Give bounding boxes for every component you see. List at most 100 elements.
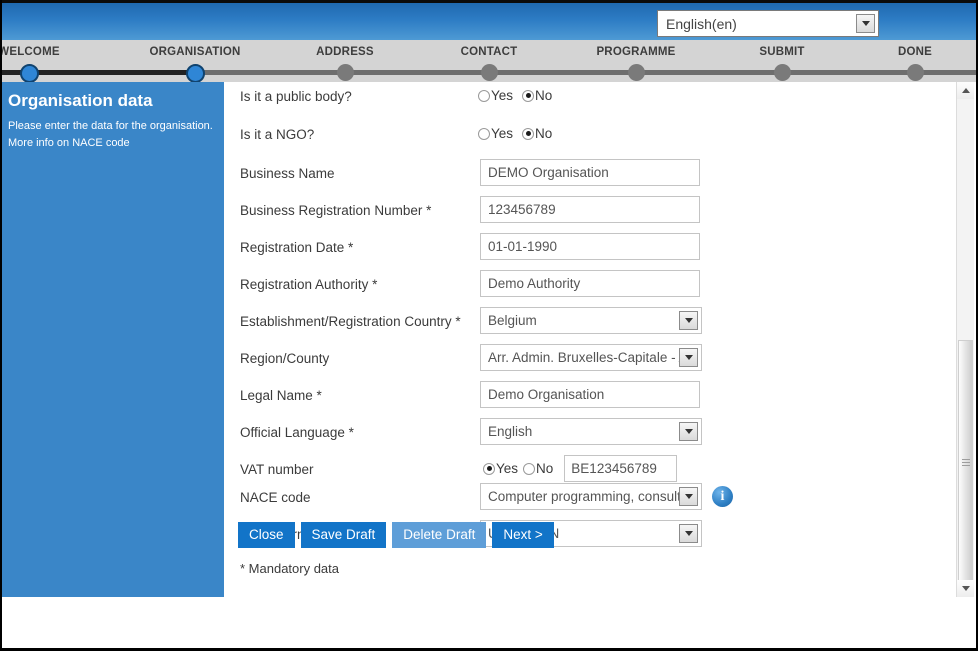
public-body-yes-radio[interactable] [478, 89, 490, 102]
mandatory-data-note: * Mandatory data [240, 561, 340, 576]
sidebar-panel: Organisation data Please enter the data … [2, 82, 224, 597]
ngo-yes-label: Yes [491, 126, 514, 141]
vat-no-label: No [536, 461, 554, 476]
next-button[interactable]: Next > [492, 522, 554, 548]
save-draft-button[interactable]: Save Draft [300, 522, 387, 548]
form-row-official-language: Official Language * English [238, 418, 918, 455]
chevron-down-icon[interactable] [679, 487, 698, 506]
form-row-vat-number: VAT number Yes No BE123456789 [238, 455, 918, 483]
wizard-step-label: WELCOME [0, 46, 60, 58]
wizard-step-done[interactable]: DONE [835, 40, 976, 81]
arrow-down-icon[interactable] [957, 580, 974, 597]
close-button[interactable]: Close [238, 522, 295, 548]
chevron-down-icon[interactable] [679, 524, 698, 543]
ngo-no-label: No [535, 126, 553, 141]
page-content: Organisation data Please enter the data … [2, 82, 976, 648]
page-header: English(en) [2, 0, 976, 40]
nace-code-select-value: Computer programming, consultancy [488, 489, 679, 504]
ngo-radio-group: Yes No [478, 120, 561, 147]
scrollbar-thumb[interactable] [958, 340, 973, 588]
form-row-mandatory-note: * Mandatory data [238, 557, 918, 594]
form-row-business-registration-number: Business Registration Number * 123456789 [238, 196, 918, 233]
region-label: Region/County [240, 351, 330, 366]
nace-code-label: NACE code [240, 490, 311, 505]
wizard-step-contact[interactable]: CONTACT [409, 40, 569, 81]
business-registration-number-input[interactable]: 123456789 [480, 196, 700, 223]
wizard-step-dot[interactable] [19, 64, 39, 83]
vat-no-radio[interactable] [523, 462, 536, 475]
scrollbar-grip [962, 459, 970, 466]
vat-number-label: VAT number [240, 462, 314, 477]
registration-authority-input[interactable]: Demo Authority [480, 270, 700, 297]
ngo-no-radio[interactable] [522, 127, 535, 140]
registration-date-label: Registration Date * [240, 240, 354, 255]
wizard-step-label: ORGANISATION [149, 46, 241, 58]
official-language-select-value: English [488, 424, 533, 439]
chevron-down-icon[interactable] [679, 348, 698, 367]
public-body-yes-label: Yes [491, 88, 514, 103]
ngo-label: Is it a NGO? [240, 127, 315, 142]
wizard-step-dot[interactable] [336, 64, 354, 81]
wizard-step-label: PROGRAMME [596, 46, 676, 58]
nace-code-select[interactable]: Computer programming, consultancy [480, 483, 702, 510]
public-body-no-radio[interactable] [522, 89, 535, 102]
chevron-down-icon[interactable] [679, 422, 698, 441]
language-select[interactable]: English(en) [657, 10, 879, 37]
form-actions: Close Save Draft Delete Draft Next > [238, 522, 554, 548]
wizard-step-label: DONE [897, 46, 933, 58]
wizard-step-dot[interactable] [773, 64, 791, 81]
wizard-step-dot[interactable] [627, 64, 645, 81]
official-language-select[interactable]: English [480, 418, 702, 445]
official-language-label: Official Language * [240, 425, 354, 440]
vertical-scrollbar[interactable] [956, 82, 974, 597]
public-body-no-label: No [535, 88, 553, 103]
vat-number-input[interactable]: BE123456789 [564, 455, 678, 482]
wizard-step-dot[interactable] [185, 64, 205, 83]
country-select[interactable]: Belgium [480, 307, 702, 334]
page-title: Organisation data [8, 91, 153, 110]
form-row-legal-name: Legal Name * Demo Organisation [238, 381, 918, 418]
wizard-step-organisation[interactable]: ORGANISATION [115, 40, 275, 83]
registration-date-input[interactable]: 01-01-1990 [480, 233, 700, 260]
form-row-ngo: Is it a NGO? Yes No [238, 120, 918, 159]
arrow-up-icon[interactable] [957, 82, 974, 99]
organisation-form: Is it a public body? Yes No Is it a NGO?… [238, 82, 918, 594]
registration-authority-label: Registration Authority * [240, 277, 378, 292]
ngo-yes-radio[interactable] [478, 127, 490, 140]
public-body-label: Is it a public body? [240, 89, 352, 104]
wizard-step-dot[interactable] [906, 64, 924, 81]
application-window: English(en) WELCOME ORGANISATION ADDRESS… [0, 0, 978, 651]
country-label: Establishment/Registration Country * [240, 314, 461, 329]
form-row-nace-code: NACE code Computer programming, consulta… [238, 483, 918, 520]
sidebar-description: Please enter the data for the organisati… [8, 120, 213, 132]
legal-name-input[interactable]: Demo Organisation [480, 381, 700, 408]
business-name-label: Business Name [240, 166, 335, 181]
chevron-down-icon[interactable] [856, 14, 875, 33]
vat-yes-radio[interactable] [483, 462, 495, 475]
wizard-step-label: ADDRESS [316, 46, 374, 58]
chevron-down-icon[interactable] [679, 311, 698, 330]
delete-draft-button[interactable]: Delete Draft [392, 522, 487, 548]
region-select-value: Arr. Admin. Bruxelles-Capitale - A [488, 350, 679, 365]
wizard-step-address[interactable]: ADDRESS [265, 40, 425, 81]
wizard-progress: WELCOME ORGANISATION ADDRESS CONTACT PRO… [0, 40, 976, 83]
business-name-input[interactable]: DEMO Organisation [480, 159, 700, 186]
wizard-step-dot[interactable] [480, 64, 498, 81]
country-select-value: Belgium [488, 313, 537, 328]
wizard-step-welcome[interactable]: WELCOME [0, 40, 109, 83]
legal-name-label: Legal Name * [240, 388, 322, 403]
info-icon[interactable]: i [712, 486, 733, 507]
nace-code-info-link[interactable]: More info on NACE code [8, 135, 214, 152]
form-row-registration-date: Registration Date * 01-01-1990 [238, 233, 918, 270]
wizard-step-programme[interactable]: PROGRAMME [556, 40, 716, 81]
form-row-region: Region/County Arr. Admin. Bruxelles-Capi… [238, 344, 918, 381]
form-row-public-body: Is it a public body? Yes No [238, 82, 918, 120]
public-body-radio-group: Yes No [478, 82, 561, 109]
wizard-step-label: CONTACT [460, 46, 518, 58]
language-select-value: English(en) [666, 15, 737, 32]
form-row-business-name: Business Name DEMO Organisation [238, 159, 918, 196]
region-select[interactable]: Arr. Admin. Bruxelles-Capitale - A [480, 344, 702, 371]
business-registration-number-label: Business Registration Number * [240, 203, 432, 218]
vat-yes-label: Yes [496, 461, 519, 476]
form-row-registration-authority: Registration Authority * Demo Authority [238, 270, 918, 307]
